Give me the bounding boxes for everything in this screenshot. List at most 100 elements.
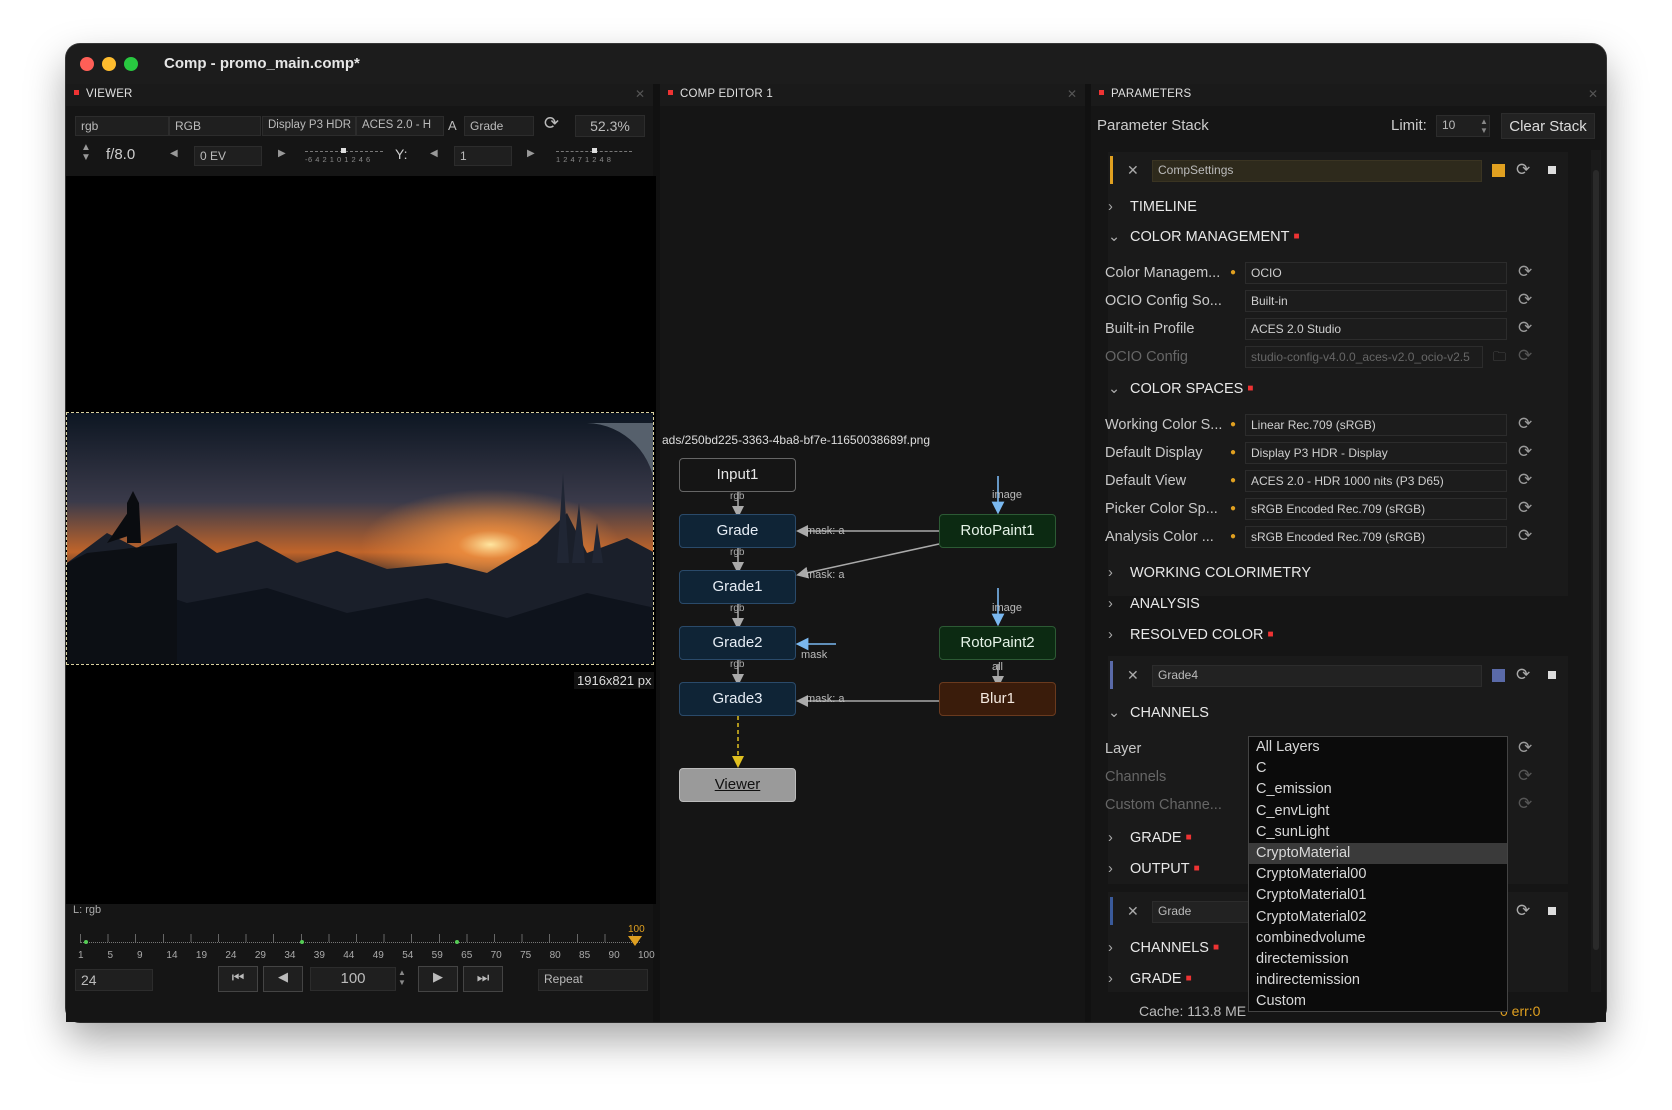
section-grade[interactable]: › GRADE ■ (1108, 830, 1192, 856)
section-timeline[interactable]: › TIMELINE (1108, 199, 1197, 225)
end-frame-field[interactable]: 100 (310, 967, 396, 991)
toggle-node-icon[interactable] (1548, 907, 1556, 915)
ab-compare-label[interactable]: A (448, 118, 457, 133)
node-color-swatch[interactable] (1492, 669, 1505, 682)
reset-icon[interactable]: ⟳ (1518, 738, 1532, 758)
builtin-profile-select[interactable]: ACES 2.0 Studio (1245, 318, 1507, 340)
reset-icon[interactable]: ⟳ (1518, 526, 1532, 546)
close-icon[interactable]: ✕ (1067, 87, 1077, 101)
exposure-field[interactable]: 0 EV (194, 146, 262, 166)
reset-icon[interactable]: ⟳ (1518, 498, 1532, 518)
reset-icon[interactable]: ⟳ (1518, 766, 1532, 786)
layer-option[interactable]: C_envLight (1249, 801, 1507, 822)
reset-icon[interactable]: ⟳ (1518, 262, 1532, 282)
parameters-scrollbar[interactable] (1591, 150, 1601, 992)
channel-select[interactable]: rgb (75, 116, 169, 136)
ocio-config-path-field[interactable]: studio-config-v4.0.0_aces-v2.0_ocio-v2.5 (1245, 346, 1483, 368)
layer-option[interactable]: indirectemission (1249, 970, 1507, 991)
node-rotopaint2[interactable]: RotoPaint2 (939, 626, 1056, 660)
reset-icon[interactable]: ⟳ (1518, 318, 1532, 338)
node-viewer[interactable]: Viewer (679, 768, 796, 802)
layer-option[interactable]: CryptoMaterial00 (1249, 864, 1507, 885)
layer-option[interactable]: CryptoMaterial01 (1249, 885, 1507, 906)
remove-node-icon[interactable]: ✕ (1127, 903, 1139, 920)
input-node-select[interactable]: Grade (464, 116, 534, 136)
layer-option[interactable]: All Layers (1249, 737, 1507, 758)
reset-icon[interactable]: ⟳ (1516, 665, 1530, 685)
working-color-space-select[interactable]: Linear Rec.709 (sRGB) (1245, 414, 1507, 436)
section-grade[interactable]: › GRADE ■ (1108, 971, 1192, 997)
view-transform-select[interactable]: ACES 2.0 - H (356, 116, 444, 136)
color-management-select[interactable]: OCIO (1245, 262, 1507, 284)
layer-option[interactable]: CryptoMaterial02 (1249, 907, 1507, 928)
section-channels[interactable]: ⌄ CHANNELS (1108, 705, 1209, 731)
default-display-select[interactable]: Display P3 HDR - Display (1245, 442, 1507, 464)
node-name-field[interactable]: CompSettings (1152, 160, 1482, 182)
timeline-scrubber[interactable] (80, 926, 642, 952)
reset-icon[interactable]: ⟳ (1516, 901, 1530, 921)
remove-node-icon[interactable]: ✕ (1127, 162, 1139, 179)
section-color-spaces[interactable]: ⌄ COLOR SPACES ■ (1108, 381, 1253, 407)
node-grade1[interactable]: Grade1 (679, 570, 796, 604)
node-blur1[interactable]: Blur1 (939, 682, 1056, 716)
toggle-node-icon[interactable] (1548, 671, 1556, 679)
minimize-window-button[interactable] (102, 57, 116, 71)
layer-option[interactable]: Custom (1249, 991, 1507, 1012)
default-view-select[interactable]: ACES 2.0 - HDR 1000 nits (P3 D65) (1245, 470, 1507, 492)
gamma-increase-icon[interactable]: ▶ (527, 148, 535, 159)
layer-option[interactable]: C_sunLight (1249, 822, 1507, 843)
play-button[interactable]: ▶ (418, 966, 458, 992)
node-input1[interactable]: Input1 (679, 458, 796, 492)
reset-icon[interactable]: ⟳ (1518, 794, 1532, 814)
ev-increase-icon[interactable]: ▶ (278, 148, 286, 159)
current-frame-field[interactable]: 24 (75, 969, 153, 991)
close-window-button[interactable] (80, 57, 94, 71)
section-working-colorimetry[interactable]: › WORKING COLORIMETRY (1108, 565, 1311, 591)
node-grade[interactable]: Grade (679, 514, 796, 548)
layer-option[interactable]: C_emission (1249, 779, 1507, 800)
gamma-decrease-icon[interactable]: ◀ (430, 148, 438, 159)
reset-icon[interactable]: ⟳ (1518, 470, 1532, 490)
reset-icon[interactable]: ⟳ (1518, 346, 1532, 366)
playhead-marker[interactable] (628, 936, 642, 946)
section-color-management[interactable]: ⌄ COLOR MANAGEMENT ■ (1108, 229, 1300, 255)
section-channels[interactable]: › CHANNELS ■ (1108, 940, 1219, 966)
go-to-start-button[interactable]: ⏮ (218, 966, 258, 992)
section-analysis[interactable]: › ANALYSIS (1108, 596, 1200, 622)
gamma-slider[interactable]: 1 2 4 7 1 2 4 8 (556, 143, 632, 167)
maximize-window-button[interactable] (124, 57, 138, 71)
fstop-stepper-icon[interactable]: ▲ ▼ (81, 143, 91, 163)
clear-stack-button[interactable]: Clear Stack (1501, 113, 1595, 139)
node-rotopaint1[interactable]: RotoPaint1 (939, 514, 1056, 548)
layer-option[interactable]: CryptoMaterial (1249, 842, 1507, 865)
section-output[interactable]: › OUTPUT ■ (1108, 861, 1200, 887)
layer-option[interactable]: combinedvolume (1249, 928, 1507, 949)
reset-icon[interactable]: ⟳ (1518, 414, 1532, 434)
section-resolved-color[interactable]: › RESOLVED COLOR ■ (1108, 627, 1274, 653)
reset-icon[interactable]: ⟳ (1518, 442, 1532, 462)
end-frame-stepper-icon[interactable]: ▲ ▼ (398, 968, 406, 988)
gamma-field[interactable]: 1 (454, 146, 512, 166)
close-icon[interactable]: ✕ (1588, 87, 1598, 101)
refresh-icon[interactable]: ⟳ (544, 113, 559, 134)
picker-color-space-select[interactable]: sRGB Encoded Rec.709 (sRGB) (1245, 498, 1507, 520)
layer-option[interactable]: C (1249, 758, 1507, 779)
toggle-node-icon[interactable] (1548, 166, 1556, 174)
zoom-field[interactable]: 52.3% (575, 115, 645, 137)
layer-dropdown-list[interactable]: All Layers C C_emission C_envLight C_sunLigh… (1248, 736, 1508, 1012)
ocio-config-source-select[interactable]: Built-in (1245, 290, 1507, 312)
node-grade2[interactable]: Grade2 (679, 626, 796, 660)
color-mode-select[interactable]: RGB (169, 116, 261, 136)
limit-stepper-icon[interactable]: ▲ ▼ (1480, 117, 1488, 135)
exposure-slider[interactable]: -6 4 2 1 0 1 2 4 6 (305, 143, 383, 167)
node-color-swatch[interactable] (1492, 164, 1505, 177)
ev-decrease-icon[interactable]: ◀ (170, 148, 178, 159)
step-back-button[interactable]: ◀ (263, 966, 303, 992)
go-to-end-button[interactable]: ⏭ (463, 966, 503, 992)
analysis-color-space-select[interactable]: sRGB Encoded Rec.709 (sRGB) (1245, 526, 1507, 548)
reset-icon[interactable]: ⟳ (1516, 160, 1530, 180)
reset-icon[interactable]: ⟳ (1518, 290, 1532, 310)
close-icon[interactable]: ✕ (635, 87, 645, 101)
node-grade3[interactable]: Grade3 (679, 682, 796, 716)
loop-mode-select[interactable]: Repeat (538, 969, 648, 991)
